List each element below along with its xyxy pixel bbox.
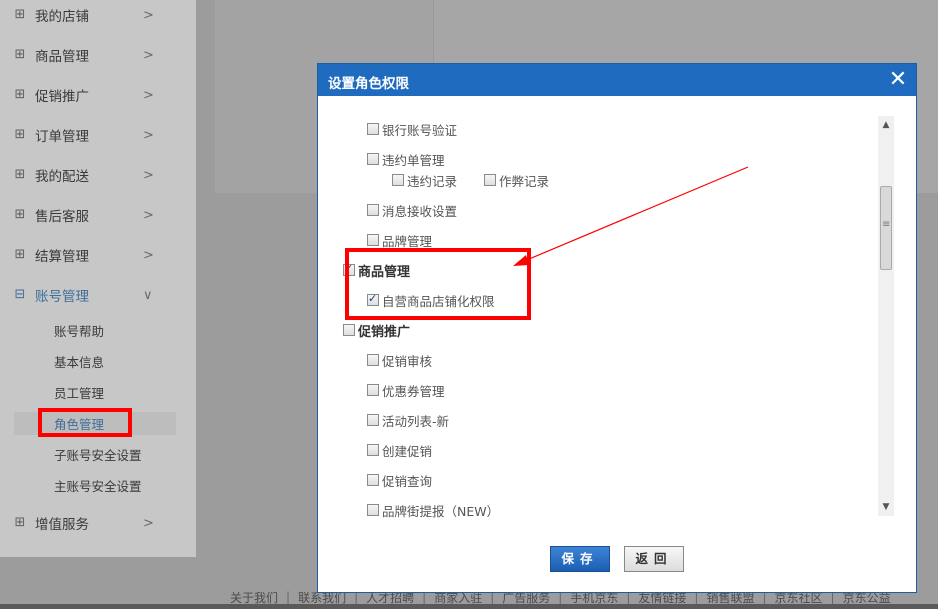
chevron-right-icon: > — [143, 127, 154, 143]
sidebar-item-label: 结算管理 — [35, 249, 89, 265]
dialog-title: 设置角色权限 — [328, 76, 409, 92]
checkbox[interactable] — [484, 174, 496, 186]
perm-cheat-record[interactable]: 作弊记录 — [484, 172, 550, 189]
sidebar-item-label: 账号管理 — [35, 289, 89, 305]
expand-plus-icon: ⊞ — [14, 247, 26, 262]
footer-link-about[interactable]: 关于我们 — [230, 589, 278, 606]
sidebar-item-orders[interactable]: ⊞ 订单管理 > — [0, 115, 180, 155]
checkbox[interactable] — [343, 324, 355, 336]
perm-brand-street[interactable]: 品牌街提报（NEW） — [367, 502, 499, 518]
perm-promo[interactable]: 促销推广 — [343, 322, 411, 340]
sidebar-item-value-added[interactable]: ⊞ 增值服务 > — [0, 503, 180, 543]
chevron-right-icon: > — [143, 515, 154, 531]
checkbox[interactable] — [367, 153, 379, 165]
perm-label: 促销查询 — [382, 473, 433, 489]
perm-create-promo[interactable]: 创建促销 — [367, 442, 433, 459]
chevron-right-icon: > — [143, 47, 154, 63]
sidebar-subitem-sub-account-security[interactable]: 子账号安全设置 — [54, 446, 142, 466]
permission-list: 银行账号验证 违约单管理 违约记录 作弊记录 消息接收设置 品牌管理 商品管理 … — [336, 112, 894, 518]
perm-label: 作弊记录 — [499, 173, 550, 189]
sidebar-item-goods[interactable]: ⊞ 商品管理 > — [0, 35, 180, 75]
scroll-up-arrow-icon[interactable]: ▲ — [878, 118, 894, 132]
collapse-minus-icon: ⊟ — [14, 287, 26, 302]
scroll-down-arrow-icon[interactable]: ▼ — [878, 500, 894, 514]
scroll-thumb[interactable] — [880, 186, 892, 270]
chevron-right-icon: > — [143, 87, 154, 103]
checkbox[interactable] — [367, 444, 379, 456]
perm-label: 优惠券管理 — [382, 383, 445, 399]
sidebar-item-label: 售后客服 — [35, 209, 89, 225]
perm-label: 创建促销 — [382, 443, 433, 459]
expand-plus-icon: ⊞ — [14, 7, 26, 22]
chevron-right-icon: > — [143, 167, 154, 183]
sidebar-subitem-account-help[interactable]: 账号帮助 — [54, 322, 104, 342]
perm-activity-list[interactable]: 活动列表-新 — [367, 412, 450, 429]
perm-bank-verify[interactable]: 银行账号验证 — [367, 121, 458, 138]
checkbox[interactable] — [367, 384, 379, 396]
perm-label: 促销推广 — [358, 324, 411, 340]
perm-violation-record[interactable]: 违约记录 — [392, 172, 458, 189]
chevron-right-icon: > — [143, 7, 154, 23]
expand-plus-icon: ⊞ — [14, 127, 26, 142]
perm-label: 促销审核 — [382, 353, 433, 369]
sidebar-item-account[interactable]: ⊟ 账号管理 ∨ — [0, 275, 180, 315]
sidebar-item-label: 我的配送 — [35, 169, 89, 185]
scrollbar[interactable]: ▲ ▼ — [878, 116, 894, 516]
perm-brand[interactable]: 品牌管理 — [367, 232, 433, 249]
checkbox[interactable] — [367, 234, 379, 246]
checkbox[interactable] — [367, 504, 379, 516]
perm-promo-query[interactable]: 促销查询 — [367, 472, 433, 489]
highlight-box — [38, 408, 132, 437]
role-permission-dialog: 设置角色权限 ✕ 银行账号验证 违约单管理 违约记录 作弊记录 消息接收设置 品… — [317, 63, 917, 593]
chevron-right-icon: > — [143, 207, 154, 223]
perm-label: 品牌街提报（NEW） — [382, 503, 500, 519]
perm-label: 活动列表-新 — [382, 413, 450, 429]
chevron-down-icon: ∨ — [143, 287, 153, 303]
checkbox[interactable] — [392, 174, 404, 186]
perm-promo-review[interactable]: 促销审核 — [367, 352, 433, 369]
sidebar-item-delivery[interactable]: ⊞ 我的配送 > — [0, 155, 180, 195]
sidebar-item-after-sales[interactable]: ⊞ 售后客服 > — [0, 195, 180, 235]
sidebar-item-my-shop[interactable]: ⊞ 我的店铺 > — [0, 0, 180, 35]
highlight-box — [345, 248, 531, 320]
save-button[interactable]: 保存 — [550, 546, 610, 572]
close-icon[interactable]: ✕ — [888, 69, 908, 91]
sidebar: ⊞ 我的店铺 > ⊞ 商品管理 > ⊞ 促销推广 > ⊞ 订单管理 > ⊞ 我的… — [0, 0, 196, 557]
perm-coupon[interactable]: 优惠券管理 — [367, 382, 445, 399]
expand-plus-icon: ⊞ — [14, 207, 26, 222]
perm-label: 违约单管理 — [382, 152, 445, 168]
perm-label: 品牌管理 — [382, 233, 433, 249]
sidebar-item-label: 促销推广 — [35, 89, 89, 105]
expand-plus-icon: ⊞ — [14, 167, 26, 182]
chevron-right-icon: > — [143, 247, 154, 263]
sidebar-item-label: 我的店铺 — [35, 9, 89, 25]
sidebar-item-label: 商品管理 — [35, 49, 89, 65]
checkbox[interactable] — [367, 474, 379, 486]
perm-label: 银行账号验证 — [382, 122, 458, 138]
sidebar-subitem-basic-info[interactable]: 基本信息 — [54, 353, 104, 373]
sidebar-item-promotion[interactable]: ⊞ 促销推广 > — [0, 75, 180, 115]
sidebar-item-label: 增值服务 — [35, 517, 89, 533]
perm-message[interactable]: 消息接收设置 — [367, 202, 458, 219]
sidebar-item-settlement[interactable]: ⊞ 结算管理 > — [0, 235, 180, 275]
perm-violation[interactable]: 违约单管理 — [367, 151, 445, 168]
checkbox[interactable] — [367, 354, 379, 366]
perm-label: 违约记录 — [407, 173, 458, 189]
checkbox[interactable] — [367, 414, 379, 426]
checkbox[interactable] — [367, 123, 379, 135]
sidebar-subitem-staff[interactable]: 员工管理 — [54, 384, 104, 404]
sidebar-subitem-main-account-security[interactable]: 主账号安全设置 — [54, 477, 142, 497]
bottom-strip — [0, 604, 938, 609]
perm-label: 消息接收设置 — [382, 203, 458, 219]
checkbox[interactable] — [367, 204, 379, 216]
back-button[interactable]: 返回 — [624, 546, 684, 572]
expand-plus-icon: ⊞ — [14, 47, 26, 62]
expand-plus-icon: ⊞ — [14, 515, 26, 530]
sidebar-item-label: 订单管理 — [35, 129, 89, 145]
expand-plus-icon: ⊞ — [14, 87, 26, 102]
dialog-header: 设置角色权限 ✕ — [318, 64, 916, 96]
